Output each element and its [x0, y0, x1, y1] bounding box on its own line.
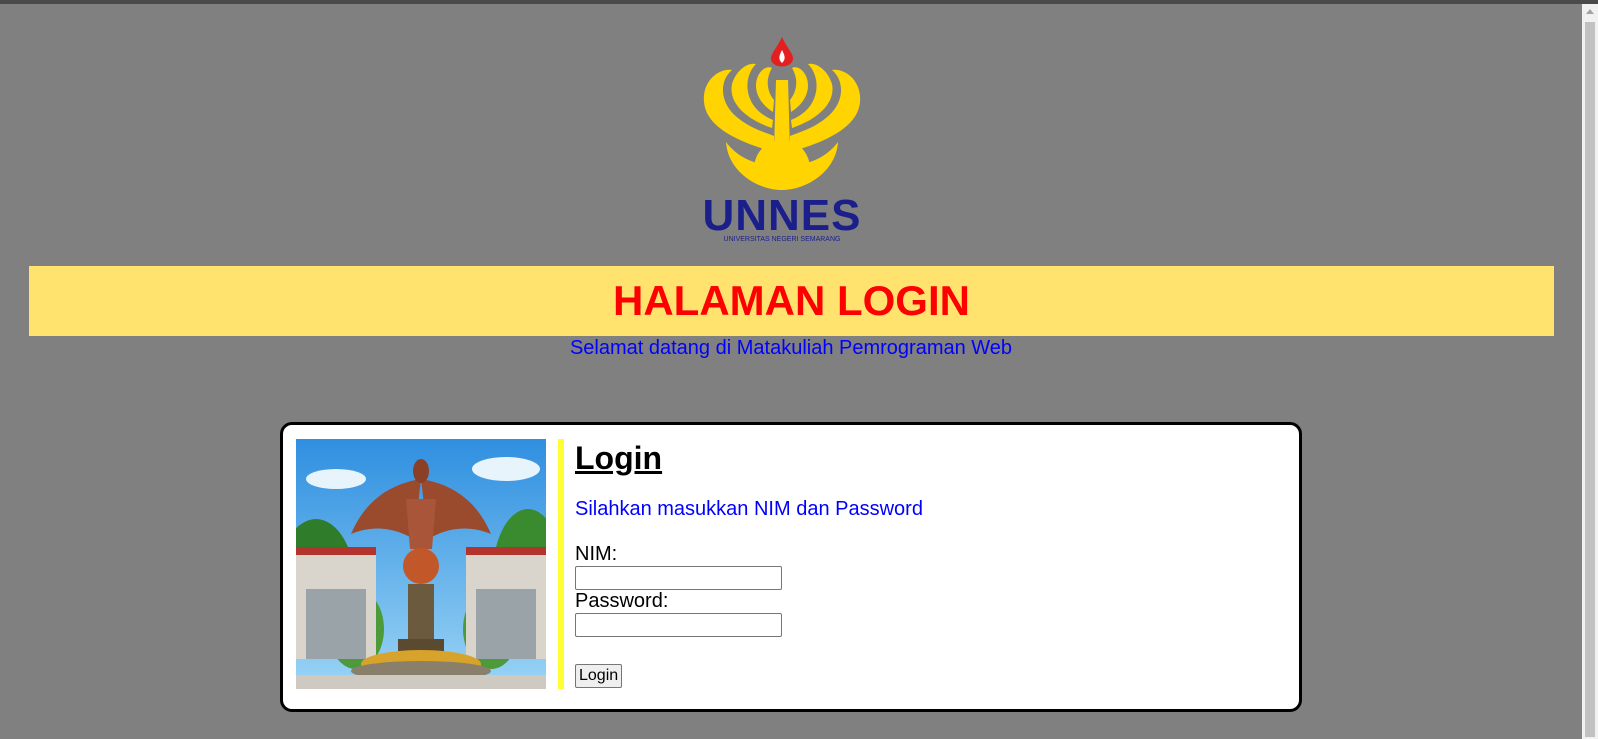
- login-button[interactable]: Login: [575, 664, 623, 688]
- campus-photo: [296, 439, 546, 689]
- nim-label: NIM:: [575, 543, 618, 565]
- section-divider: [558, 439, 564, 689]
- scroll-up-arrow-icon[interactable]: [1586, 9, 1594, 14]
- garuda-monument-image: [296, 439, 546, 689]
- login-card: Login Silahkan masukkan NIM dan Password…: [280, 422, 1302, 712]
- unnes-logo: UNNES UNIVERSITAS NEGERI SEMARANG: [698, 32, 866, 250]
- page-title-banner: HALAMAN LOGIN: [29, 266, 1554, 336]
- scrollbar-thumb[interactable]: [1585, 22, 1595, 737]
- page-title: HALAMAN LOGIN: [613, 277, 970, 324]
- welcome-text: Selamat datang di Matakuliah Pemrograman…: [569, 337, 1013, 359]
- logo-emblem-icon: [703, 37, 861, 190]
- logo-brand-text: UNNES: [702, 191, 862, 240]
- logo-subtitle-text: UNIVERSITAS NEGERI SEMARANG: [723, 236, 841, 243]
- login-instruction: Silahkan masukkan NIM dan Password: [575, 498, 923, 520]
- password-input[interactable]: [575, 613, 782, 637]
- nim-input[interactable]: [575, 566, 782, 590]
- password-label: Password:: [575, 590, 669, 612]
- vertical-scrollbar[interactable]: [1582, 4, 1598, 739]
- login-title: Login: [575, 440, 663, 476]
- window-top-border: [0, 0, 1598, 4]
